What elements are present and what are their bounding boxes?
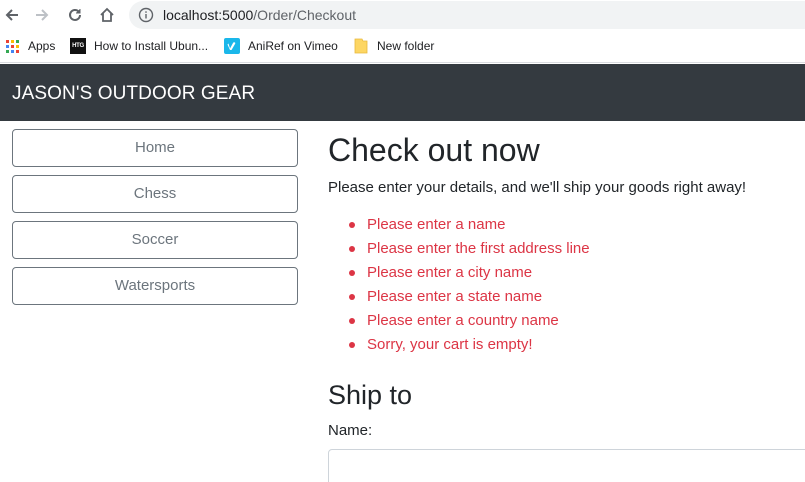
bullet-icon: [349, 270, 355, 276]
url-path: /Order/Checkout: [253, 7, 357, 23]
back-arrow-icon[interactable]: [0, 3, 24, 27]
validation-error: Sorry, your cart is empty!: [328, 333, 805, 357]
site-header: JASON'S OUTDOOR GEAR: [0, 64, 805, 121]
bullet-icon: [349, 318, 355, 324]
name-label: Name:: [328, 422, 373, 439]
bookmark-htg[interactable]: HTG How to Install Ubun...: [70, 38, 208, 54]
validation-error: Please enter a state name: [328, 285, 805, 309]
name-input[interactable]: [328, 449, 805, 482]
category-button-soccer[interactable]: Soccer: [12, 221, 298, 259]
page-title: Check out now: [328, 132, 540, 168]
category-button-chess[interactable]: Chess: [12, 175, 298, 213]
validation-summary: Please enter a name Please enter the fir…: [328, 213, 805, 357]
site-info-icon[interactable]: [138, 7, 154, 28]
htg-icon: HTG: [70, 38, 86, 54]
url-host: localhost:5000: [163, 7, 254, 23]
address-bar[interactable]: localhost:5000/Order/Checkout: [129, 1, 805, 29]
validation-error: Please enter a name: [328, 213, 805, 237]
bookmarks-bar: Apps HTG How to Install Ubun... AniRef o…: [0, 30, 805, 63]
bookmark-folder[interactable]: New folder: [353, 38, 434, 54]
ship-to-heading: Ship to: [328, 380, 413, 410]
bookmark-label: AniRef on Vimeo: [248, 39, 338, 53]
validation-error: Please enter the first address line: [328, 237, 805, 261]
bullet-icon: [349, 246, 355, 252]
bookmark-label: New folder: [377, 39, 435, 53]
bullet-icon: [349, 222, 355, 228]
category-button-watersports[interactable]: Watersports: [12, 267, 298, 305]
forward-arrow-icon[interactable]: [30, 3, 54, 27]
category-sidebar: Home Chess Soccer Watersports: [12, 129, 298, 313]
browser-toolbar: localhost:5000/Order/Checkout: [0, 0, 805, 30]
bullet-icon: [349, 342, 355, 348]
folder-icon: [353, 38, 369, 54]
bookmark-apps[interactable]: Apps: [4, 38, 55, 54]
brand-title[interactable]: JASON'S OUTDOOR GEAR: [12, 83, 255, 105]
checkout-main: Check out now Please enter your details,…: [328, 128, 805, 482]
checkout-instructions: Please enter your details, and we'll shi…: [328, 179, 747, 196]
bookmark-vimeo[interactable]: AniRef on Vimeo: [224, 38, 338, 54]
validation-error: Please enter a city name: [328, 261, 805, 285]
bookmark-label: How to Install Ubun...: [94, 39, 209, 53]
url-text: localhost:5000/Order/Checkout: [163, 7, 356, 23]
reload-icon[interactable]: [63, 3, 87, 27]
bullet-icon: [349, 294, 355, 300]
validation-error: Please enter a country name: [328, 309, 805, 333]
vimeo-icon: [224, 38, 240, 54]
home-icon[interactable]: [95, 3, 119, 27]
bookmark-label: Apps: [28, 39, 56, 53]
apps-grid-icon: [4, 38, 20, 54]
category-button-home[interactable]: Home: [12, 129, 298, 167]
